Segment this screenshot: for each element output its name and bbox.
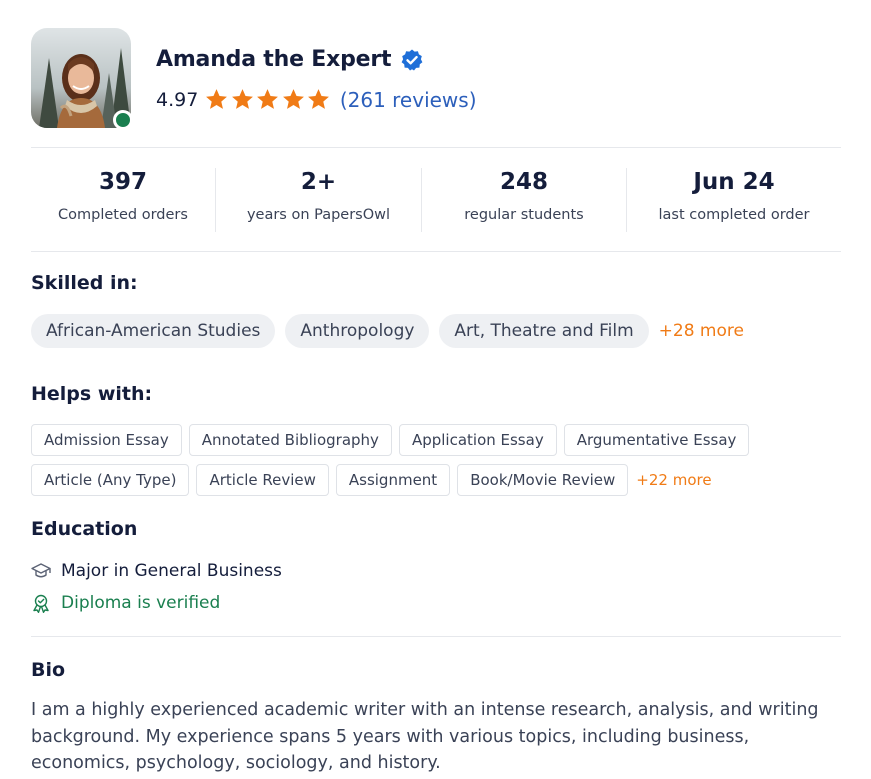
help-chip[interactable]: Assignment	[335, 464, 451, 496]
expert-header: Amanda the Expert 4.97 (261 reviews)	[31, 28, 841, 130]
online-status-indicator	[113, 110, 133, 130]
bio-title: Bio	[31, 659, 66, 681]
stat-label: regular students	[464, 207, 584, 223]
helps-list-row-2: Article (Any Type) Article Review Assign…	[31, 464, 712, 496]
stat-value: 2+	[300, 169, 337, 195]
expert-name: Amanda the Expert	[156, 47, 392, 72]
reviews-link[interactable]: (261 reviews)	[340, 88, 477, 112]
help-chip[interactable]: Annotated Bibliography	[188, 424, 392, 456]
stat-label: years on PapersOwl	[246, 207, 391, 223]
help-chip[interactable]: Article (Any Type)	[31, 464, 190, 496]
star-icon	[255, 87, 280, 112]
help-chip[interactable]: Admission Essay	[31, 424, 182, 456]
verified-badge-icon	[400, 48, 424, 72]
stat-label: Completed orders	[58, 207, 188, 223]
stats-bar: 397 Completed orders 2+ years on PapersO…	[31, 168, 841, 232]
star-icon	[306, 87, 331, 112]
stat-completed-orders: 397 Completed orders	[31, 168, 215, 232]
star-icon	[204, 87, 229, 112]
star-icon	[230, 87, 255, 112]
education-title: Education	[31, 518, 138, 540]
star-rating	[204, 87, 332, 112]
stat-last-order: Jun 24 last completed order	[627, 168, 841, 232]
skill-chip[interactable]: Anthropology	[285, 314, 430, 348]
graduation-cap-icon	[31, 561, 51, 581]
star-icon	[281, 87, 306, 112]
help-chip[interactable]: Argumentative Essay	[563, 424, 750, 456]
education-diploma: Diploma is verified	[31, 593, 220, 613]
stat-regular-students: 248 regular students	[422, 168, 626, 232]
stat-value: 248	[499, 169, 548, 195]
bio-text: I am a highly experienced academic write…	[31, 700, 819, 773]
rating-row: 4.97 (261 reviews)	[156, 87, 477, 112]
stat-years: 2+ years on PapersOwl	[216, 168, 421, 232]
stat-value: 397	[98, 169, 147, 195]
education-major: Major in General Business	[31, 561, 282, 581]
rating-value: 4.97	[156, 88, 199, 111]
divider	[31, 251, 841, 252]
skills-more-link[interactable]: +28 more	[659, 321, 744, 341]
divider	[31, 147, 841, 148]
education-major-text: Major in General Business	[61, 561, 282, 581]
skill-chip[interactable]: Art, Theatre and Film	[439, 314, 649, 348]
diploma-verified-text: Diploma is verified	[61, 593, 221, 613]
skill-chip[interactable]: African-American Studies	[31, 314, 276, 348]
name-row: Amanda the Expert	[156, 47, 424, 72]
skills-title: Skilled in:	[31, 272, 138, 294]
divider	[31, 636, 841, 637]
help-chip[interactable]: Application Essay	[398, 424, 557, 456]
helps-list-row-1: Admission Essay Annotated Bibliography A…	[31, 424, 756, 456]
help-chip[interactable]: Article Review	[196, 464, 329, 496]
stat-label: last completed order	[658, 207, 810, 223]
stat-value: Jun 24	[693, 169, 775, 195]
help-chip[interactable]: Book/Movie Review	[457, 464, 629, 496]
skills-list: African-American Studies Anthropology Ar…	[31, 314, 744, 348]
helps-title: Helps with:	[31, 383, 153, 405]
helps-more-link[interactable]: +22 more	[636, 471, 711, 489]
certificate-ribbon-icon	[31, 593, 51, 613]
